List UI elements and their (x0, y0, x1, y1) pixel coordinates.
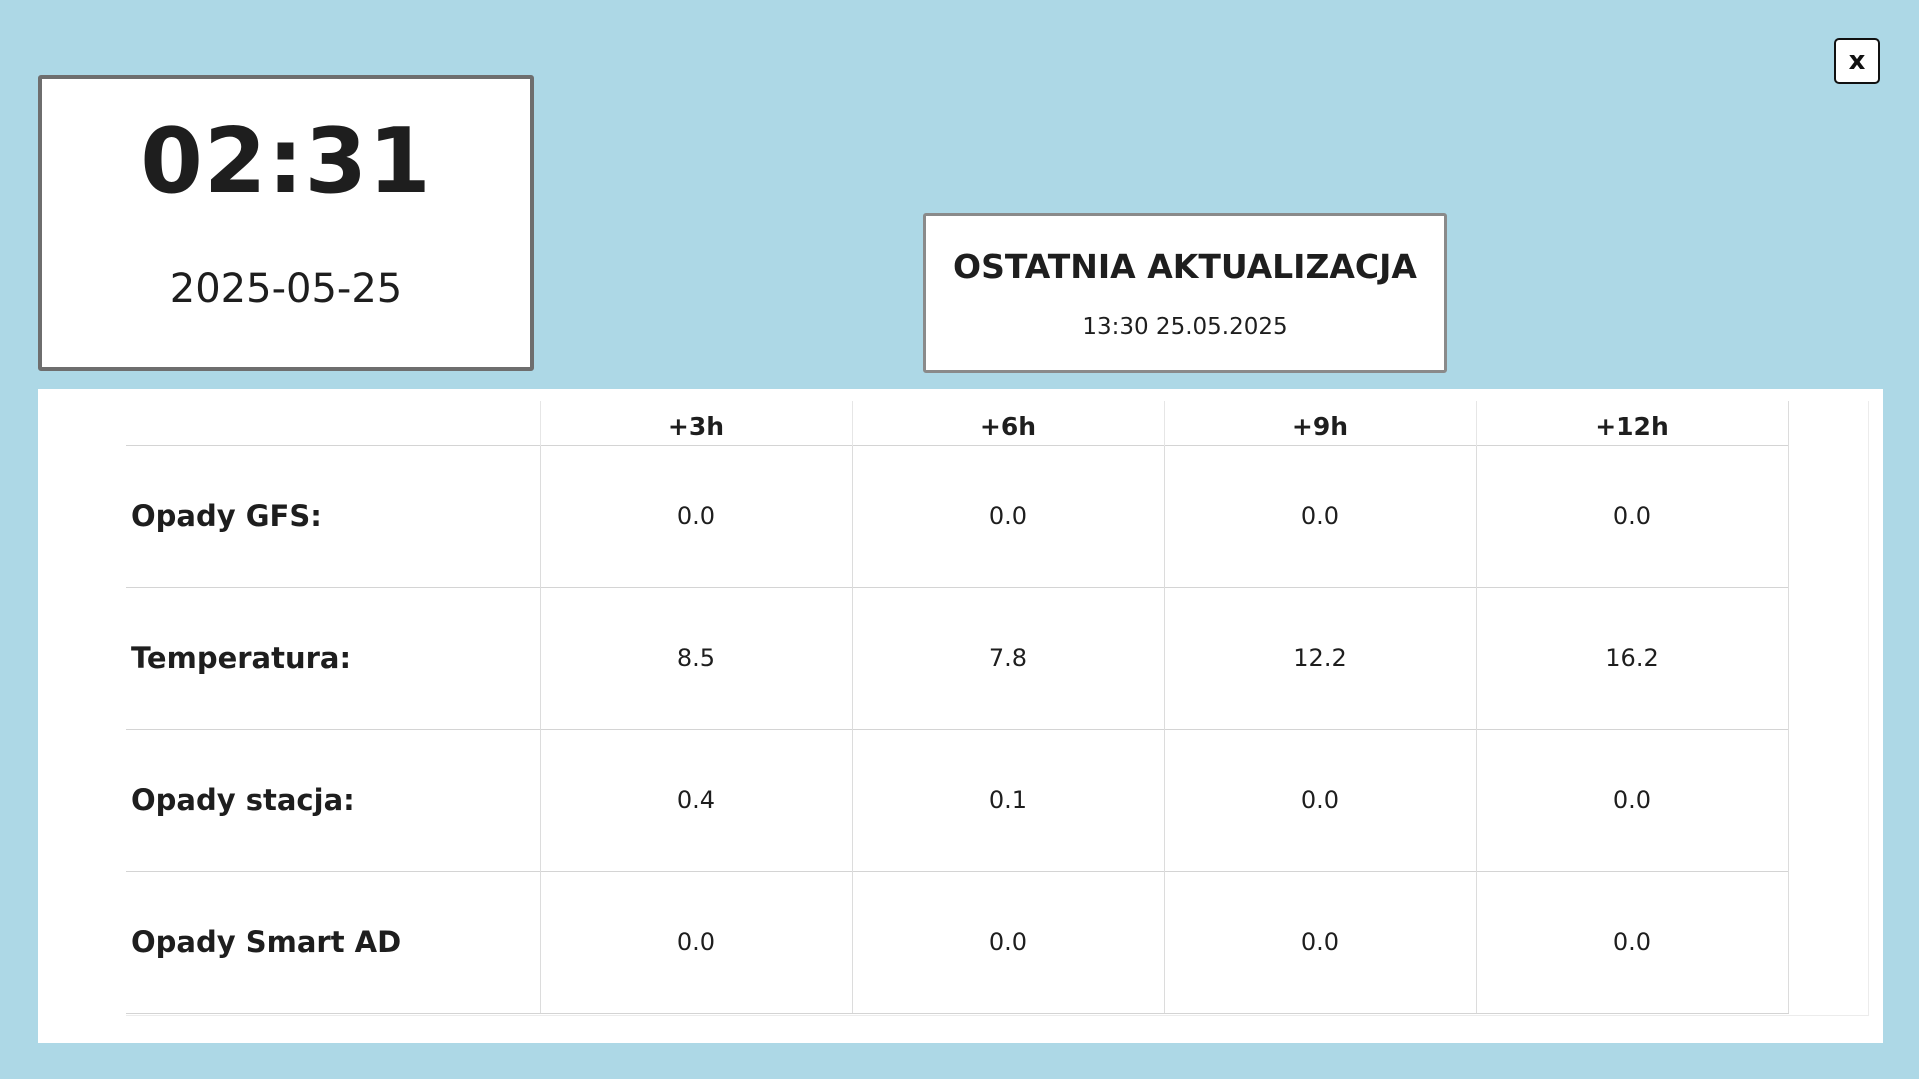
table-cell: 0.0 (1475, 870, 1789, 1014)
table-row-opady-stacja: Opady stacja: 0.4 0.1 0.0 0.0 (126, 728, 1789, 871)
row-label: Opady GFS: (126, 444, 540, 587)
table-cell: 0.0 (1475, 728, 1789, 871)
clock-date: 2025-05-25 (169, 266, 403, 312)
table-cell: 12.2 (1163, 586, 1476, 729)
table-row-opady-gfs: Opady GFS: 0.0 0.0 0.0 0.0 (126, 444, 1789, 587)
table-row-opady-smart-ad: Opady Smart AD 0.0 0.0 0.0 0.0 (126, 870, 1789, 1014)
table-row-temperatura: Temperatura: 8.5 7.8 12.2 16.2 (126, 586, 1789, 729)
column-header-9h: +9h (1163, 401, 1476, 445)
clock-panel: 02:31 2025-05-25 (38, 75, 534, 371)
row-label: Opady stacja: (126, 728, 540, 871)
close-button[interactable]: x (1834, 38, 1880, 84)
table-cell: 0.0 (851, 870, 1164, 1014)
table-cell: 0.0 (851, 444, 1164, 587)
table-cell: 0.0 (1163, 444, 1476, 587)
row-label: Opady Smart AD (126, 870, 540, 1014)
column-header-6h: +6h (851, 401, 1164, 445)
table-cell: 0.1 (851, 728, 1164, 871)
table-header-corner (126, 401, 540, 445)
table-cell: 0.0 (539, 870, 852, 1014)
table-header-row: +3h +6h +9h +12h (126, 401, 1789, 445)
column-header-12h: +12h (1475, 401, 1789, 445)
table-cell: 16.2 (1475, 586, 1789, 729)
forecast-panel: +3h +6h +9h +12h Opady GFS: 0.0 0.0 0.0 … (38, 389, 1883, 1043)
table-cell: 0.0 (1475, 444, 1789, 587)
table-cell: 0.0 (1163, 870, 1476, 1014)
last-update-panel: OSTATNIA AKTUALIZACJA 13:30 25.05.2025 (923, 213, 1447, 373)
table-cell: 0.0 (1163, 728, 1476, 871)
last-update-title: OSTATNIA AKTUALIZACJA (953, 247, 1417, 286)
last-update-timestamp: 13:30 25.05.2025 (1082, 314, 1288, 340)
table-cell: 7.8 (851, 586, 1164, 729)
column-header-3h: +3h (539, 401, 852, 445)
clock-time: 02:31 (140, 109, 432, 214)
forecast-table: +3h +6h +9h +12h Opady GFS: 0.0 0.0 0.0 … (126, 401, 1789, 1014)
table-cell: 0.0 (539, 444, 852, 587)
table-cell: 8.5 (539, 586, 852, 729)
row-label: Temperatura: (126, 586, 540, 729)
table-cell: 0.4 (539, 728, 852, 871)
